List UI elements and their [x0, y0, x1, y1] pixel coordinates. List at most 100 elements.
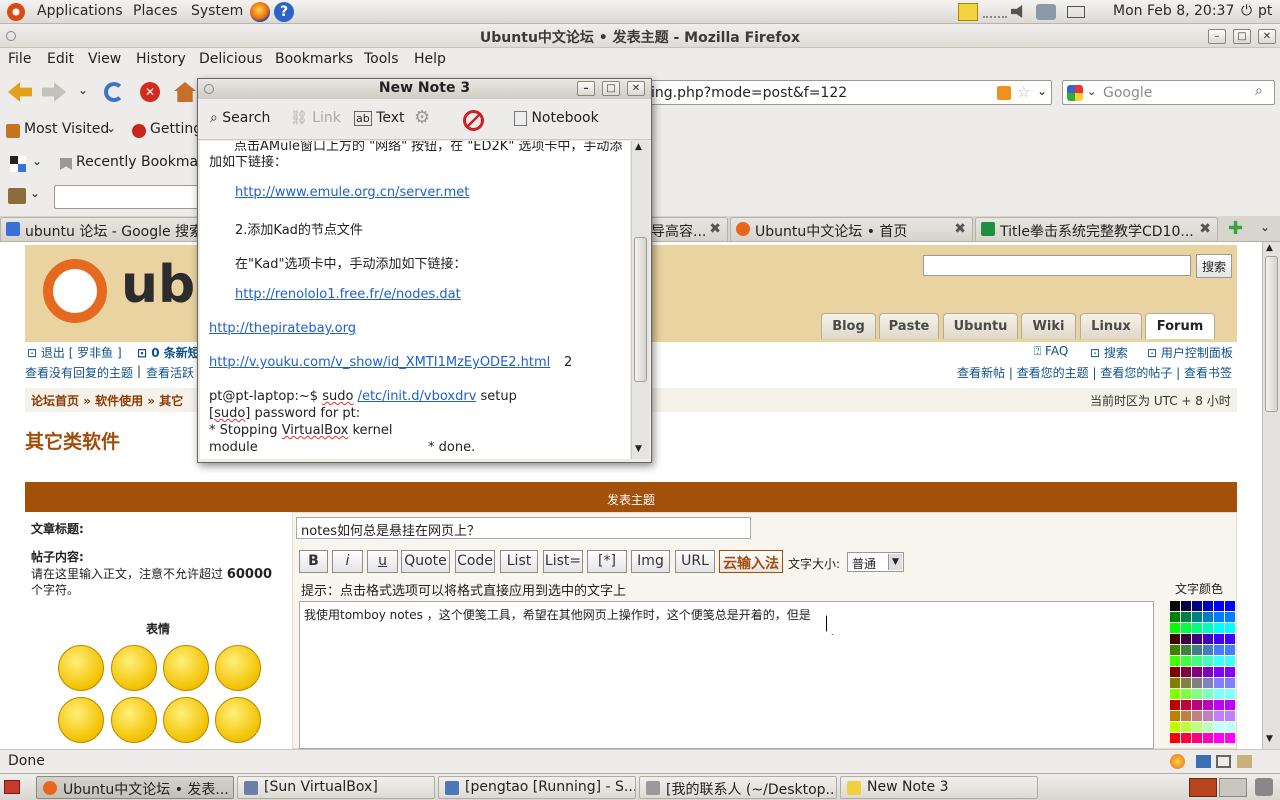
note-maximize-button[interactable]: □ [602, 81, 620, 96]
mail-icon[interactable] [1067, 6, 1085, 18]
color-swatch[interactable] [1203, 711, 1213, 721]
delicious-icon[interactable] [10, 156, 26, 172]
smiley-wink-icon[interactable] [163, 645, 209, 691]
toolbar-search-input[interactable] [54, 185, 204, 209]
maximize-button[interactable]: □ [1233, 29, 1251, 44]
color-swatch[interactable] [1225, 623, 1235, 633]
ordered-list-button[interactable]: List= [543, 550, 583, 573]
color-swatch[interactable] [1214, 667, 1224, 677]
engine-dropdown-icon[interactable]: ⌄ [1087, 85, 1096, 98]
smiley-happy-icon[interactable] [58, 645, 104, 691]
tab-close-icon[interactable]: ✖ [709, 221, 721, 237]
view-links[interactable]: 查看新帖 | 查看您的主题 | 查看您的帖子 | 查看书签 [957, 364, 1232, 381]
color-swatch[interactable] [1214, 711, 1224, 721]
list-item-button[interactable]: [*] [587, 550, 627, 573]
color-swatch[interactable] [1203, 700, 1213, 710]
delete-note-icon[interactable] [463, 110, 484, 131]
tab-list-dropdown-icon[interactable]: ⌄ [1260, 220, 1270, 234]
new-messages-link[interactable]: ⊡ 0 条新短 [137, 344, 200, 361]
logout-link[interactable]: ⊡ 退出 [ 罗非鱼 ] [27, 344, 122, 361]
menu-bookmarks[interactable]: Bookmarks [275, 51, 353, 67]
color-swatch[interactable] [1170, 634, 1180, 644]
ubuntu-logo-icon[interactable] [7, 3, 25, 21]
home-icon[interactable] [174, 82, 196, 102]
color-swatch[interactable] [1192, 656, 1202, 666]
color-swatch[interactable] [1214, 678, 1224, 688]
search-bar[interactable]: ⌄ Google ⌕ [1062, 80, 1275, 105]
delicious-dropdown-icon[interactable]: ⌄ [32, 154, 42, 168]
task-virtualbox[interactable]: [Sun VirtualBox] [237, 776, 435, 799]
menu-tools[interactable]: Tools [364, 51, 399, 67]
smiley-sweat-icon[interactable] [111, 697, 157, 743]
history-dropdown-icon[interactable]: ⌄ [78, 83, 88, 97]
active-topics-link[interactable]: 查看活跃 [146, 364, 194, 381]
color-swatch[interactable] [1203, 645, 1213, 655]
color-swatch[interactable] [1181, 612, 1191, 622]
color-swatch[interactable] [1203, 601, 1213, 611]
color-swatch[interactable] [1170, 612, 1180, 622]
color-swatch[interactable] [1170, 623, 1180, 633]
nav-tab-forum[interactable]: Forum [1145, 313, 1215, 339]
color-swatch[interactable] [1170, 656, 1180, 666]
color-swatch[interactable] [1192, 645, 1202, 655]
breadcrumb[interactable]: 论坛首页 » 软件使用 » 其它 [31, 392, 183, 409]
color-swatch[interactable] [1225, 612, 1235, 622]
nav-tab-blog[interactable]: Blog [821, 313, 876, 339]
tab-close-icon[interactable]: ✖ [954, 221, 966, 237]
color-swatch[interactable] [1192, 601, 1202, 611]
color-swatch[interactable] [1203, 612, 1213, 622]
task-vm-running[interactable]: [pengtao [Running] - S... [438, 776, 636, 799]
color-swatch[interactable] [1203, 656, 1213, 666]
firefox-launcher-icon[interactable] [250, 2, 270, 22]
note-link-piratebay[interactable]: http://thepiratebay.org [209, 321, 356, 336]
color-swatch[interactable] [1214, 689, 1224, 699]
color-swatch[interactable] [1203, 722, 1213, 732]
color-swatch[interactable] [1203, 733, 1213, 743]
color-swatch[interactable] [1181, 623, 1191, 633]
scroll-down-icon[interactable]: ▼ [1266, 734, 1273, 744]
note-link-nodes[interactable]: http://renololo1.free.fr/e/nodes.dat [235, 287, 461, 302]
applications-menu[interactable]: Applications [37, 3, 123, 19]
reload-icon[interactable] [104, 82, 124, 102]
color-swatch[interactable] [1225, 645, 1235, 655]
help-icon[interactable]: ? [274, 2, 294, 22]
color-swatch[interactable] [1181, 733, 1191, 743]
user-name[interactable]: pt [1258, 3, 1272, 19]
forum-search-input[interactable] [923, 255, 1191, 276]
task-new-note[interactable]: New Note 3 [840, 776, 1038, 799]
menu-edit[interactable]: Edit [47, 51, 74, 67]
quote-button[interactable]: Quote [401, 550, 450, 573]
rss-icon[interactable] [997, 86, 1011, 100]
getting-started-bookmark[interactable]: Getting [150, 121, 202, 137]
color-swatch[interactable] [1203, 623, 1213, 633]
workspace-1[interactable] [1189, 778, 1217, 797]
tomboy-notes-icon[interactable] [958, 3, 978, 21]
volume-icon[interactable] [1011, 5, 1023, 18]
color-swatch[interactable] [1214, 733, 1224, 743]
tab-google-search[interactable]: ubuntu 论坛 - Google 搜索 [0, 217, 214, 241]
menu-history[interactable]: History [136, 51, 186, 67]
color-swatch[interactable] [1181, 700, 1191, 710]
note-tools-gear-icon[interactable]: ⚙ [414, 107, 430, 128]
smiley-shout-icon[interactable] [58, 697, 104, 743]
message-textarea[interactable]: 我使用tomboy notes ，这个便笺工具，希望在其他网页上操作时，这个便笺… [299, 601, 1154, 749]
color-swatch[interactable] [1170, 678, 1180, 688]
font-size-select[interactable]: 普通 ▼ [847, 552, 904, 572]
color-swatch[interactable] [1192, 612, 1202, 622]
user-control-panel-link[interactable]: ⊡ 用户控制面板 [1147, 344, 1233, 361]
color-swatch[interactable] [1192, 711, 1202, 721]
color-palette[interactable] [1170, 601, 1235, 743]
vboxdrv-link[interactable]: /etc/init.d/vboxdrv [358, 389, 477, 404]
status-addon3-icon[interactable] [1216, 755, 1231, 768]
menu-help[interactable]: Help [414, 51, 446, 67]
color-swatch[interactable] [1181, 711, 1191, 721]
color-swatch[interactable] [1181, 634, 1191, 644]
color-swatch[interactable] [1203, 689, 1213, 699]
color-swatch[interactable] [1225, 689, 1235, 699]
color-swatch[interactable] [1181, 678, 1191, 688]
color-swatch[interactable] [1192, 689, 1202, 699]
color-swatch[interactable] [1203, 678, 1213, 688]
stop-icon[interactable]: ✕ [140, 82, 160, 102]
smiley-grin-icon[interactable] [163, 697, 209, 743]
note-text-button[interactable]: ab Text [354, 110, 405, 126]
